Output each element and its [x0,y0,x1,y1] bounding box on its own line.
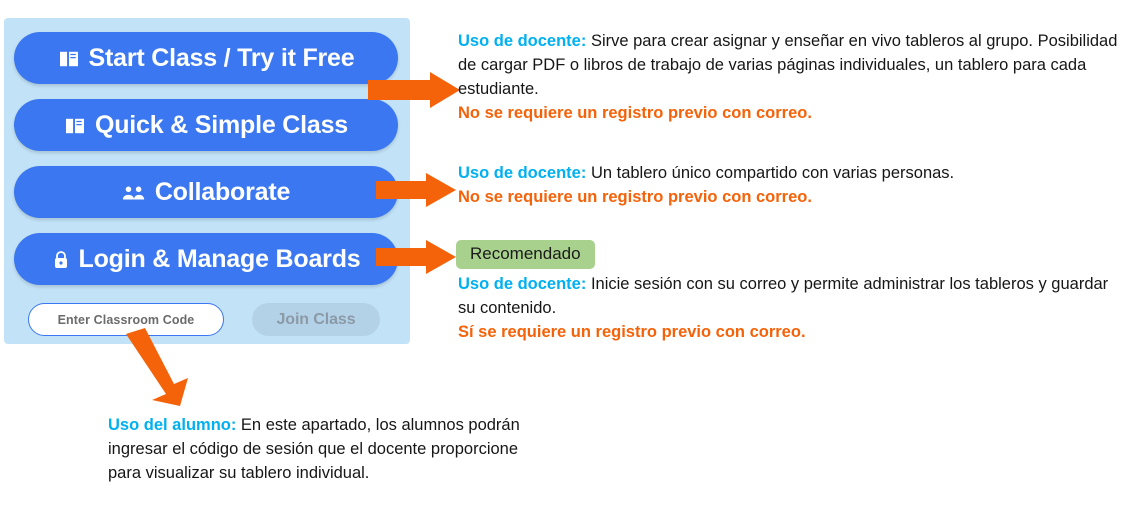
note-collaborate-warn: No se requiere un registro previo con co… [458,187,812,206]
collaborate-label: Collaborate [154,177,291,206]
collaborate-button[interactable]: Collaborate [14,166,398,218]
arrow-to-note-collab [376,173,456,207]
note-collaborate-body: Un tablero único compartido con varias p… [586,164,955,182]
quick-simple-class-label: Quick & Simple Class [94,110,349,139]
note-login-warn: Sí se requiere un registro previo con co… [458,322,806,341]
classroom-launch-panel: Start Class / Try it Free Quick & Simple… [4,18,410,344]
arrow-to-note-student [126,328,188,406]
note-start-class: Uso de docente: Sirve para crear asignar… [458,30,1118,126]
note-student: Uso del alumno: En este apartado, los al… [108,414,538,486]
book-icon [58,50,80,68]
quick-simple-class-button[interactable]: Quick & Simple Class [14,99,398,151]
arrow-to-note-start [368,72,460,108]
book-icon [64,117,86,135]
note-collaborate-lead: Uso de docente: [458,164,587,182]
note-start-class-lead: Uso de docente: [458,32,587,50]
login-manage-boards-label: Login & Manage Boards [78,244,361,273]
note-student-lead: Uso del alumno: [108,416,237,434]
login-manage-boards-button[interactable]: Login & Manage Boards [14,233,398,285]
note-login: Uso de docente: Inicie sesión con su cor… [458,273,1118,345]
arrow-to-note-login [376,240,456,274]
people-icon [122,184,146,202]
classroom-code-placeholder: Enter Classroom Code [57,312,195,327]
recomendado-badge: Recomendado [456,240,595,269]
join-class-label: Join Class [276,310,356,328]
join-class-button[interactable]: Join Class [252,303,380,336]
note-collaborate: Uso de docente: Un tablero único compart… [458,162,1118,210]
start-class-label: Start Class / Try it Free [88,43,355,72]
lock-icon [52,250,70,270]
note-login-lead: Uso de docente: [458,275,587,293]
note-start-class-warn: No se requiere un registro previo con co… [458,103,812,122]
start-class-button[interactable]: Start Class / Try it Free [14,32,398,84]
